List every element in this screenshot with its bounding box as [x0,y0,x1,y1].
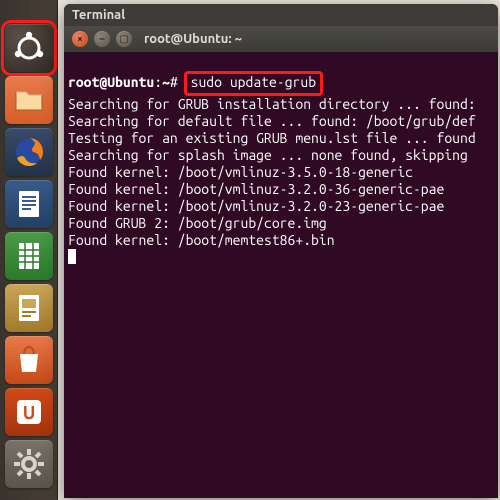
window-minimize-button[interactable]: – [94,31,110,47]
launcher-impress[interactable] [5,284,53,332]
window-close-button[interactable]: × [72,31,88,47]
svg-text:U: U [22,403,35,423]
prompt-cwd: ~ [162,74,170,90]
launcher-software-center[interactable] [5,336,53,384]
unity-launcher: U [0,0,58,500]
prompt-sigil: # [170,74,178,90]
terminal-window: Terminal × – ▢ root@Ubuntu: ~ root@Ubunt… [64,4,498,498]
document-icon [11,186,47,222]
global-menubar[interactable]: Terminal [64,4,498,26]
launcher-settings[interactable] [5,440,53,488]
terminal-viewport[interactable]: root@Ubuntu:~# sudo update-grub Searchin… [64,52,498,498]
terminal-content: root@Ubuntu:~# sudo update-grub Searchin… [68,54,494,283]
launcher-writer[interactable] [5,180,53,228]
spreadsheet-icon [11,238,47,274]
gear-icon [11,446,47,482]
firefox-icon [11,134,47,170]
command-highlight: sudo update-grub [184,71,323,96]
launcher-ubuntu-one[interactable]: U [5,388,53,436]
prompt-user-host: root@Ubuntu [68,74,154,90]
window-titlebar[interactable]: × – ▢ root@Ubuntu: ~ [64,26,498,52]
presentation-icon [11,290,47,326]
launcher-dash[interactable] [5,24,53,72]
shopping-bag-icon [11,342,47,378]
command-text: sudo update-grub [191,74,316,90]
ubuntu-one-icon: U [11,394,47,430]
ubuntu-logo-icon [11,30,47,66]
window-title: root@Ubuntu: ~ [144,32,242,46]
prompt-sep: : [154,74,162,90]
launcher-files[interactable] [5,76,53,124]
folder-icon [11,82,47,118]
terminal-output: Searching for GRUB installation director… [68,96,476,248]
launcher-calc[interactable] [5,232,53,280]
terminal-cursor [68,249,76,264]
launcher-firefox[interactable] [5,128,53,176]
menubar-app-name: Terminal [72,8,125,22]
window-maximize-button[interactable]: ▢ [116,31,132,47]
